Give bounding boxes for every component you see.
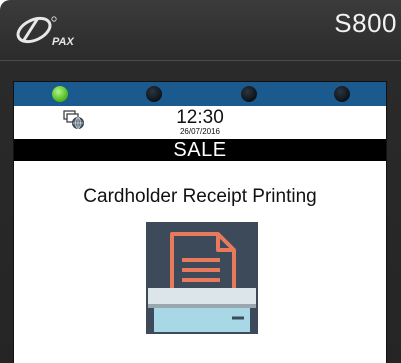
pax-logo: PAX (16, 16, 74, 48)
led-green-icon (52, 86, 68, 102)
status-row: 12:30 26/07/2016 (14, 106, 386, 136)
model-label: S800 (334, 8, 397, 38)
terminal-screen: 12:30 26/07/2016 SALE Cardholder Receipt… (13, 81, 387, 363)
led-off-icon (146, 86, 162, 102)
bezel-divider (0, 60, 401, 61)
brand-name: PAX (52, 36, 74, 48)
pax-terminal: PAX S800 12:30 26/07/2016 SALE Cardholde… (0, 0, 401, 363)
transaction-title: SALE (14, 139, 386, 161)
receipt-printer-icon (146, 222, 258, 334)
clock-time: 12:30 (176, 107, 224, 128)
led-off-icon (334, 86, 350, 102)
led-off-icon (241, 86, 257, 102)
status-message: Cardholder Receipt Printing (83, 186, 317, 207)
clock-date: 26/07/2016 (179, 127, 221, 136)
led-indicator-bar (14, 82, 386, 106)
